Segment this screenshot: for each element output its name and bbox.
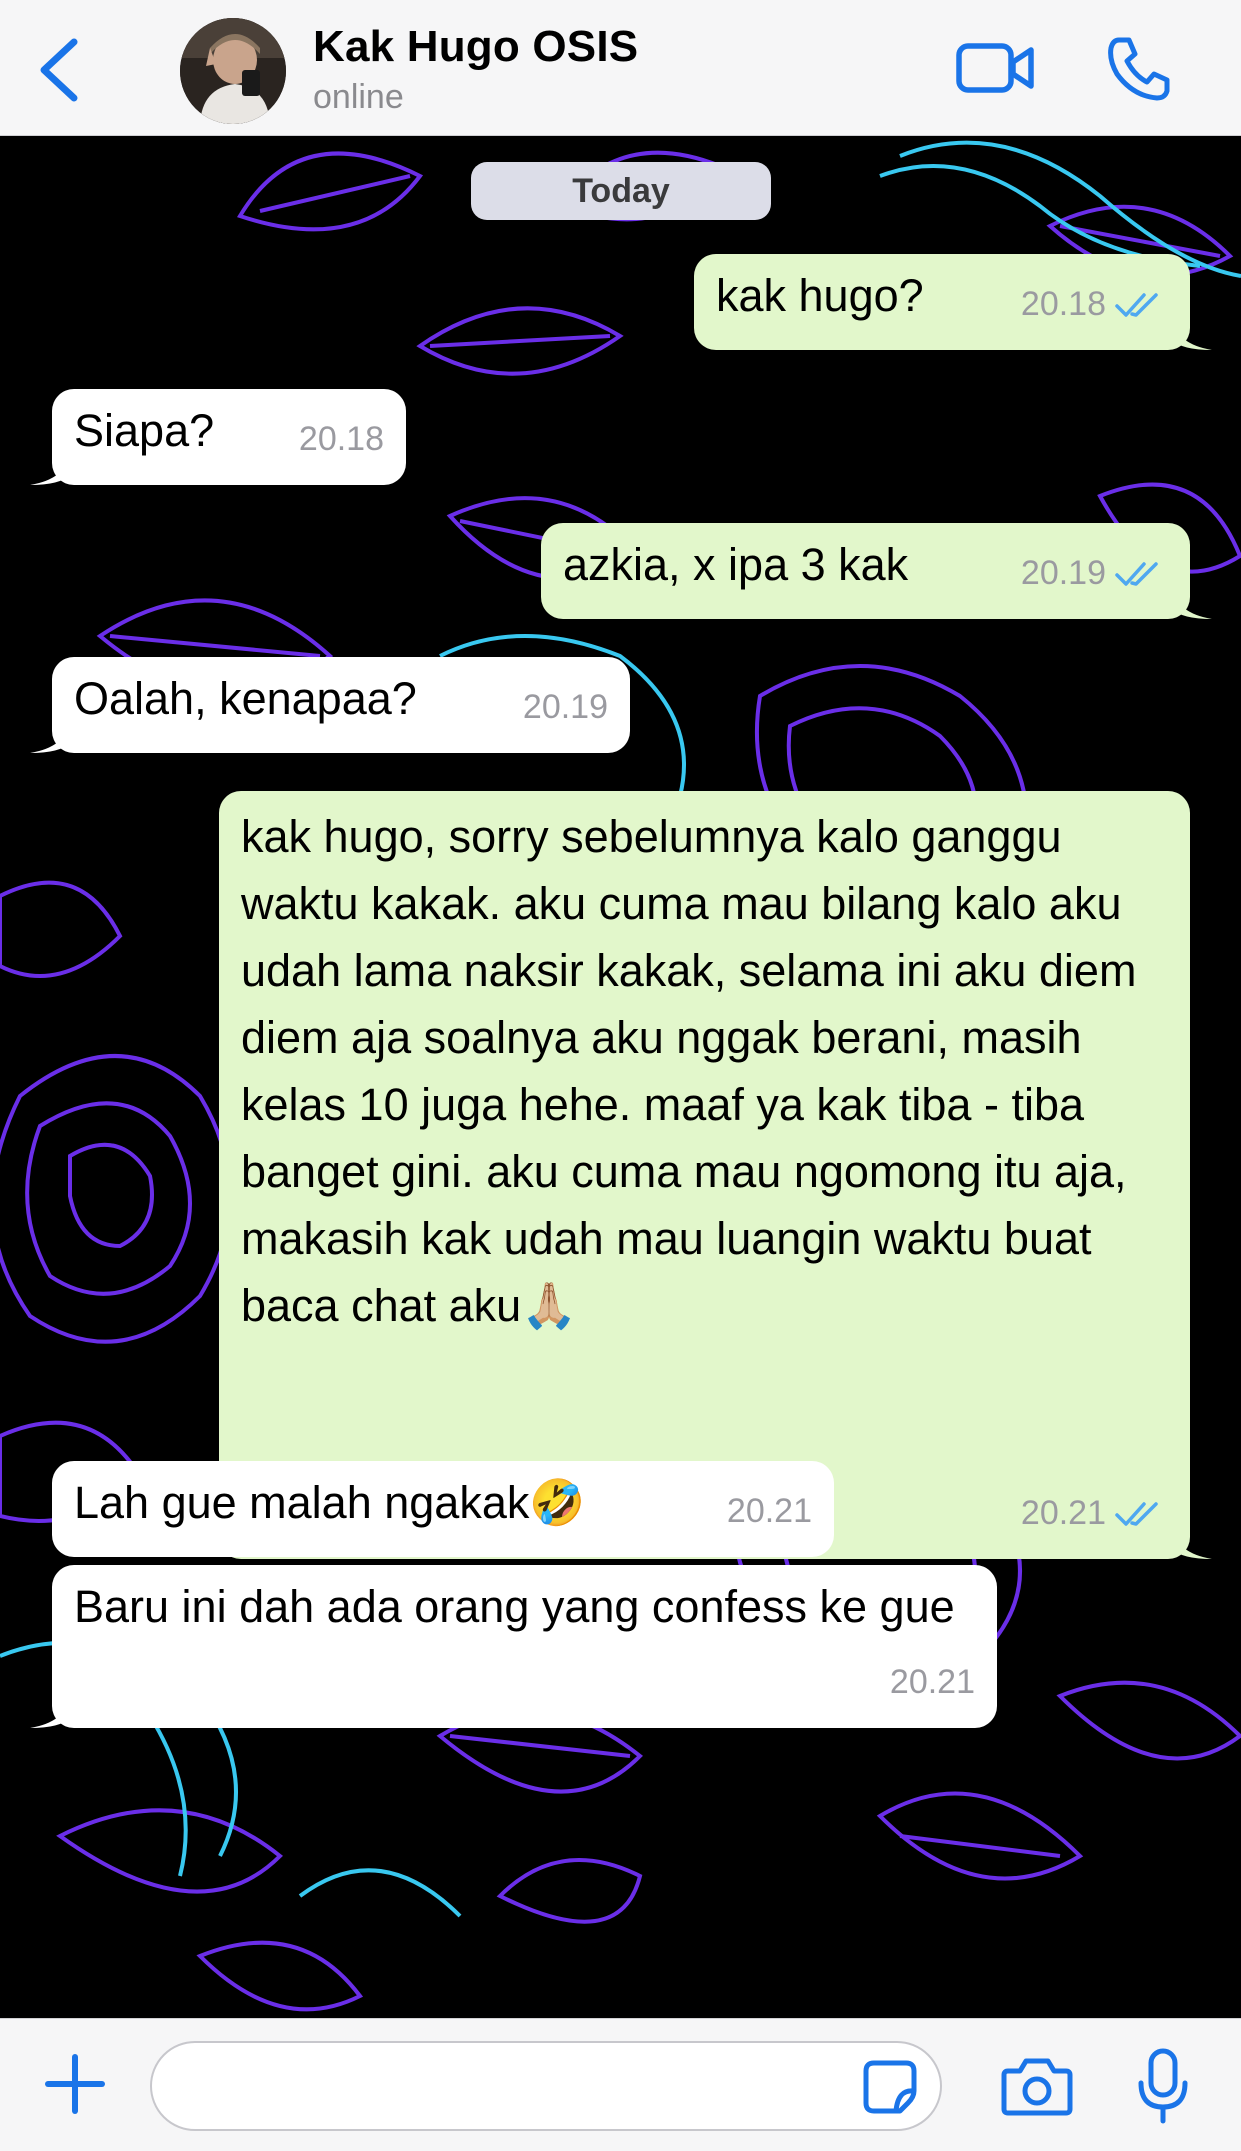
message-time: 20.21 <box>726 1492 812 1530</box>
contact-name[interactable]: Kak Hugo OSIS <box>313 22 638 72</box>
message-text: Oalah, kenapaa? <box>74 673 417 724</box>
video-call-button[interactable] <box>955 38 1037 98</box>
message-meta: 20.21 <box>890 1649 975 1716</box>
message-meta: 20.18 <box>299 406 384 473</box>
message-text: kak hugo, sorry sebelumnya kalo ganggu w… <box>241 811 1149 1331</box>
message-meta: 20.21 <box>1021 1480 1164 1547</box>
back-button[interactable] <box>30 32 90 108</box>
contact-avatar[interactable] <box>180 18 286 124</box>
message-bubble-incoming[interactable]: Oalah, kenapaa? 20.19 <box>30 657 630 753</box>
bubble-tail <box>1172 1527 1212 1559</box>
message-bubble-incoming[interactable]: Lah gue malah ngakak🤣 20.21 <box>52 1461 834 1557</box>
message-bubble-incoming[interactable]: Baru ini dah ada orang yang confess ke g… <box>30 1565 997 1728</box>
message-input[interactable] <box>150 2041 942 2131</box>
message-time: 20.18 <box>298 420 384 458</box>
message-meta: 20.21 <box>727 1478 812 1545</box>
message-text: kak hugo? <box>716 270 924 321</box>
message-bubble-outgoing[interactable]: kak hugo, sorry sebelumnya kalo ganggu w… <box>219 791 1212 1559</box>
message-bubble-incoming[interactable]: Siapa? 20.18 <box>30 389 406 485</box>
read-ticks-icon <box>1115 1501 1158 1526</box>
sticker-icon <box>863 2060 917 2114</box>
microphone-button[interactable] <box>1136 2047 1190 2125</box>
voice-call-button[interactable] <box>1105 34 1171 102</box>
message-meta: 20.19 <box>1021 540 1164 607</box>
video-camera-icon <box>956 43 1034 93</box>
bubble-tail <box>1172 587 1212 619</box>
message-time: 20.19 <box>522 688 608 726</box>
chat-area[interactable]: Today kak hugo? 20.18 Siapa? 20.18 azkia… <box>0 136 1241 2018</box>
camera-icon <box>1001 2058 1073 2116</box>
message-meta: 20.19 <box>523 674 608 741</box>
date-separator: Today <box>471 162 771 220</box>
plus-icon <box>45 2054 105 2114</box>
contact-status: online <box>313 78 404 116</box>
bubble-tail <box>30 1696 70 1728</box>
chevron-left-icon <box>40 38 78 102</box>
read-ticks-icon <box>1115 561 1158 586</box>
message-time: 20.18 <box>1020 285 1106 323</box>
camera-button[interactable] <box>1000 2055 1074 2117</box>
message-text: Baru ini dah ada orang yang confess ke g… <box>74 1581 955 1632</box>
message-text: Siapa? <box>74 405 215 456</box>
avatar-photo <box>180 18 286 124</box>
message-input-bar <box>0 2018 1241 2151</box>
read-ticks-icon <box>1115 292 1158 317</box>
message-meta: 20.18 <box>1021 271 1164 338</box>
bubble-tail <box>30 721 70 753</box>
message-bubble-outgoing[interactable]: azkia, x ipa 3 kak 20.19 <box>541 523 1212 619</box>
chat-header: Kak Hugo OSIS online <box>0 0 1241 136</box>
message-time: 20.21 <box>889 1663 975 1701</box>
microphone-icon <box>1138 2048 1188 2124</box>
message-bubble-outgoing[interactable]: kak hugo? 20.18 <box>694 254 1212 350</box>
message-time: 20.19 <box>1020 554 1106 592</box>
sticker-button[interactable] <box>860 2057 920 2117</box>
message-time: 20.21 <box>1020 1494 1106 1532</box>
message-text: Lah gue malah ngakak🤣 <box>74 1477 586 1528</box>
attach-button[interactable] <box>40 2049 110 2119</box>
bubble-tail <box>30 453 70 485</box>
phone-icon <box>1108 37 1170 101</box>
message-text: azkia, x ipa 3 kak <box>563 539 909 590</box>
bubble-tail <box>1172 318 1212 350</box>
